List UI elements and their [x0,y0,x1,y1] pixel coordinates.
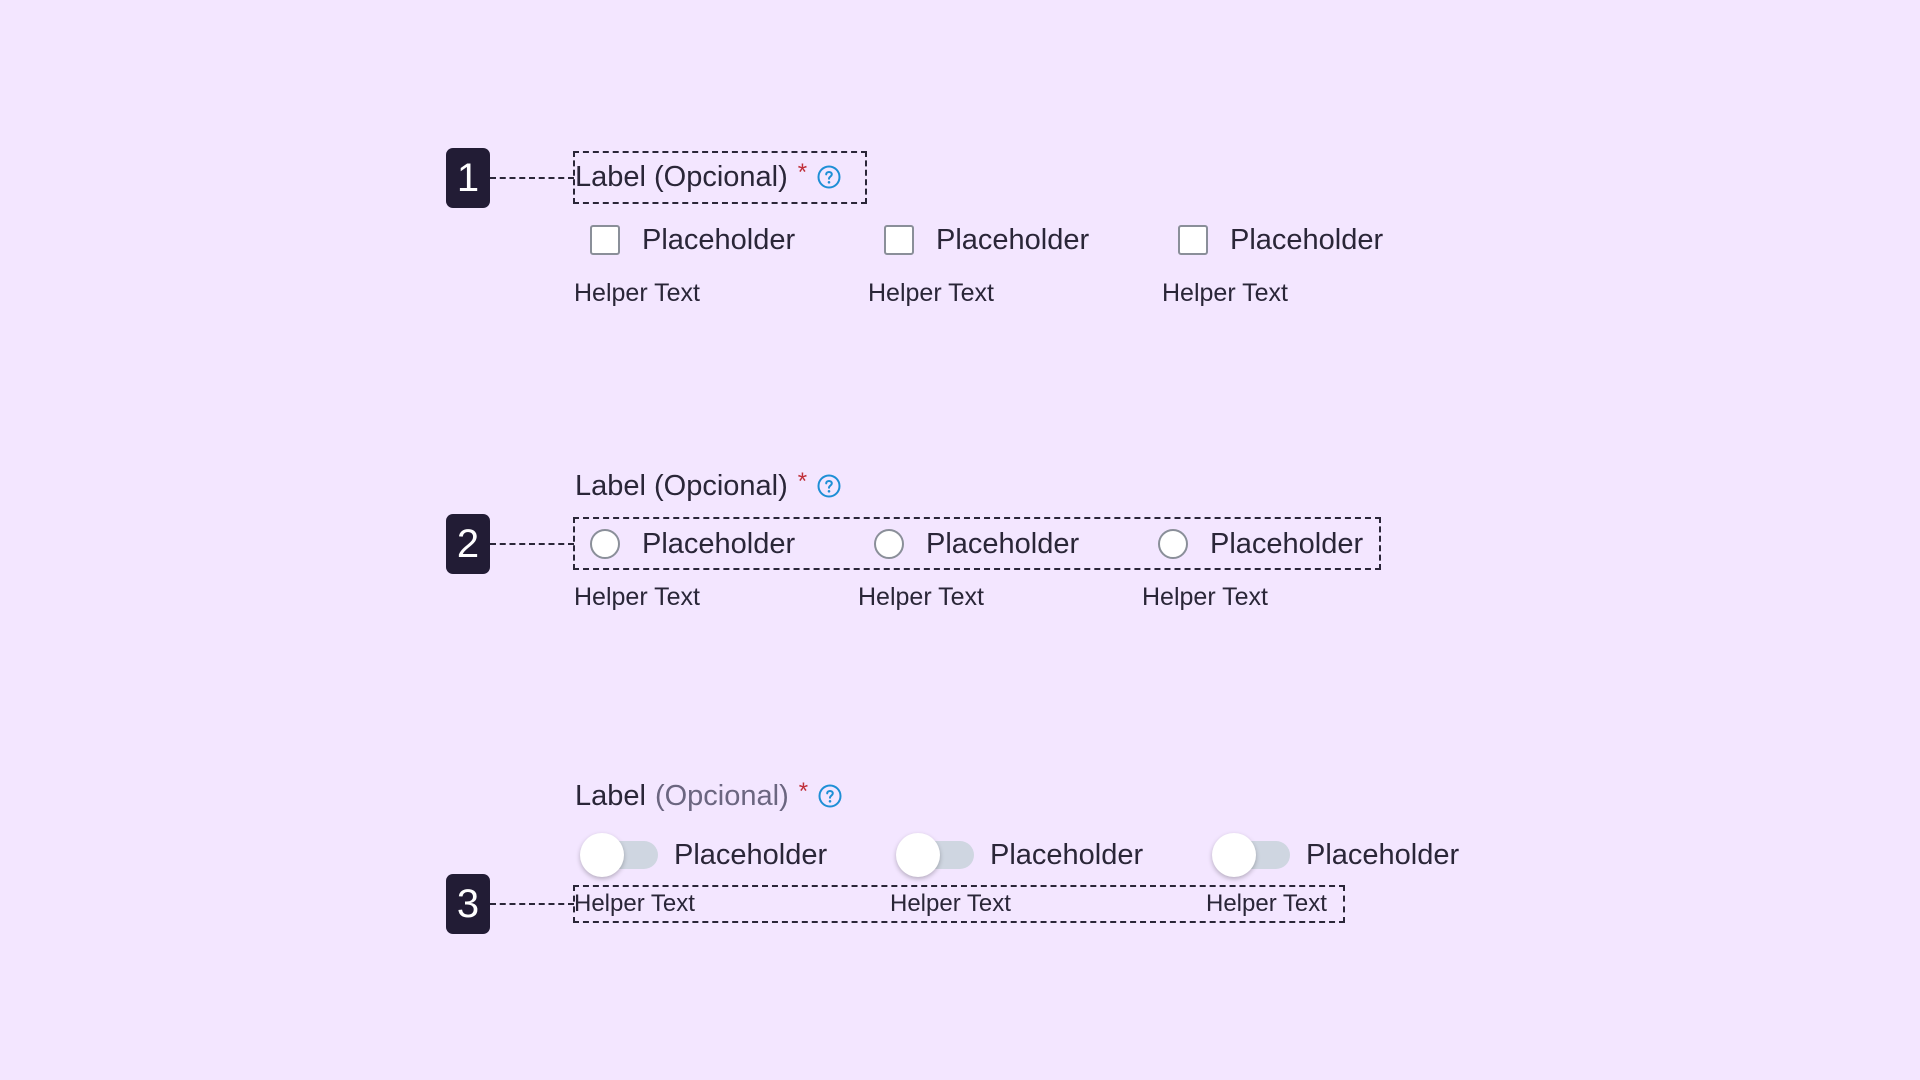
checkbox-option-3[interactable] [1178,225,1208,255]
toggle-option-1-label: Placeholder [674,839,828,871]
radio-option-1-label: Placeholder [642,528,796,560]
checkbox-option-2[interactable] [884,225,914,255]
toggle-option-3-label: Placeholder [1306,839,1460,871]
radio-option-2[interactable] [874,529,904,559]
annotation-connector-2 [490,543,574,545]
annotation-badge-3: 3 [446,874,490,934]
radio-helper-text-2: Helper Text [858,583,984,611]
toggle-helper-text-3: Helper Text [1206,890,1327,917]
checkbox-option-2-label: Placeholder [936,224,1090,256]
required-asterisk: * [797,159,808,186]
radio-helper-text-3: Helper Text [1142,583,1268,611]
radio-option-3-label: Placeholder [1210,528,1364,560]
toggle-option-2-label: Placeholder [990,839,1144,871]
toggle-knob-2[interactable] [896,833,940,877]
required-asterisk: * [797,468,808,495]
checkbox-option-1-label: Placeholder [642,224,796,256]
checkbox-helper-text-2: Helper Text [868,279,994,307]
annotation-badge-1: 1 [446,148,490,208]
radio-option-2-label: Placeholder [926,528,1080,560]
question-circle-icon[interactable] [817,474,841,498]
checkbox-group-label: Label (Opcional) * [575,159,841,194]
radio-group-label: Label (Opcional) * [575,468,841,503]
toggle-knob-3[interactable] [1212,833,1256,877]
checkbox-helper-text-1: Helper Text [574,279,700,307]
toggle-group-label: Label (Opcional) * [575,778,842,813]
label-text: Label (Opcional) [575,161,788,193]
radio-helper-text-1: Helper Text [574,583,700,611]
toggle-helper-text-1: Helper Text [574,890,695,917]
checkbox-option-3-label: Placeholder [1230,224,1384,256]
toggle-knob-1[interactable] [580,833,624,877]
question-circle-icon[interactable] [817,165,841,189]
checkbox-option-1[interactable] [590,225,620,255]
label-text: Label (Opcional) [575,470,788,502]
required-asterisk: * [798,778,809,805]
toggle-helper-text-2: Helper Text [890,890,1011,917]
radio-option-3[interactable] [1158,529,1188,559]
annotation-badge-2: 2 [446,514,490,574]
label-text: Label [575,780,646,812]
annotation-connector-1 [490,177,574,179]
question-circle-icon[interactable] [818,784,842,808]
checkbox-helper-text-3: Helper Text [1162,279,1288,307]
annotation-connector-3 [490,903,574,905]
radio-option-1[interactable] [590,529,620,559]
label-optional-text: (Opcional) [654,780,789,812]
